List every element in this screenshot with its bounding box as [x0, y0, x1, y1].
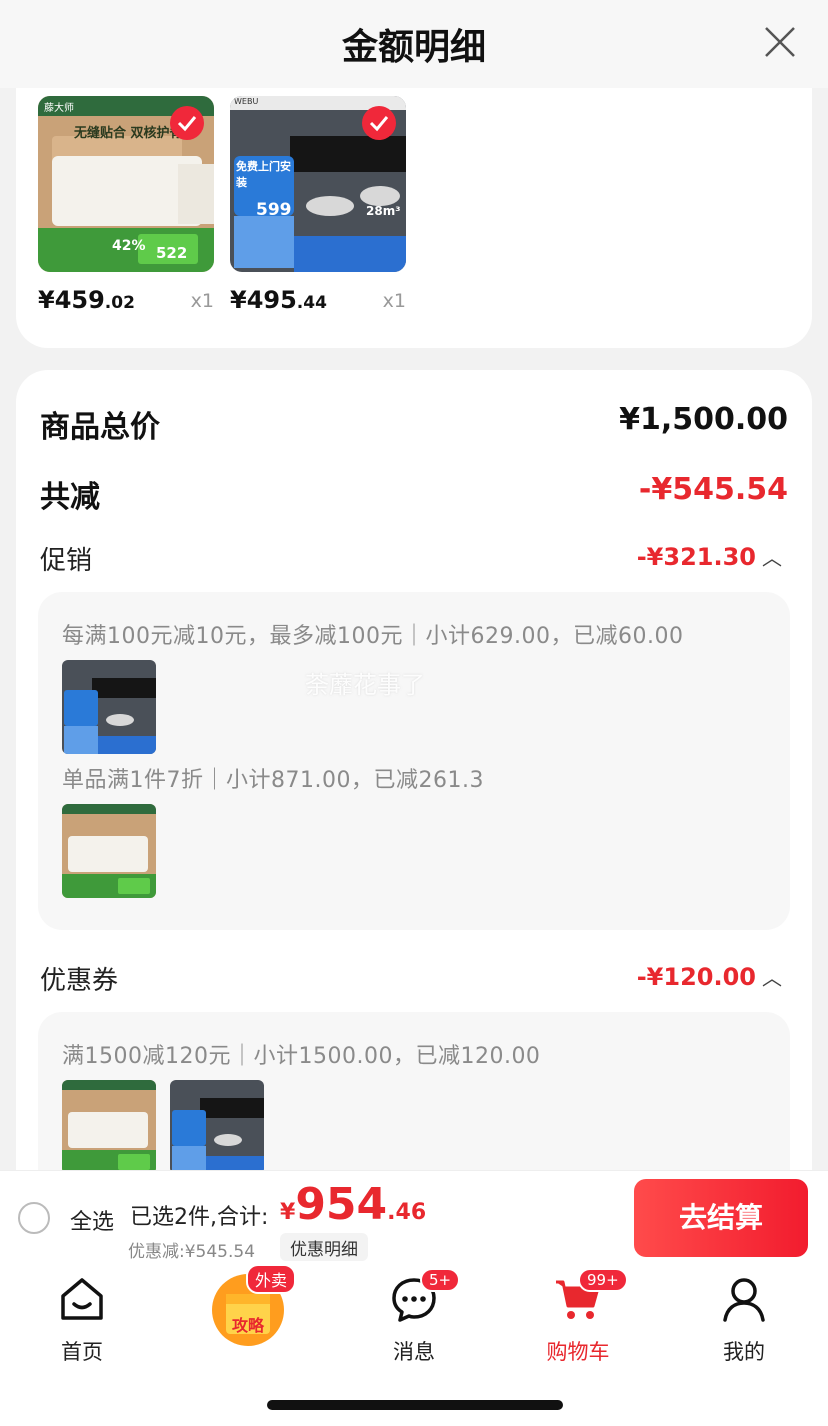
- watermark: 荼蘼花事了: [305, 671, 425, 699]
- image-price-text: 599: [256, 200, 292, 220]
- mattress-image[interactable]: 藤大师 无缝贴合 双核护脊 42% 522: [38, 96, 214, 272]
- selected-sum-value: ¥954.46: [280, 1179, 427, 1230]
- product-quantity: x1: [190, 290, 214, 312]
- tab-profile[interactable]: 我的: [684, 1274, 804, 1366]
- header: 金额明细: [0, 0, 828, 88]
- message-badge: 5+: [420, 1268, 461, 1292]
- total-reduce-value: -¥545.54: [638, 472, 788, 507]
- mattress-thumbnail[interactable]: [62, 804, 156, 898]
- tab-messages[interactable]: 消息 5+: [354, 1268, 474, 1366]
- checkout-bar: 全选 已选2件,合计: ¥954.46 优惠减:¥545.54 优惠明细 去结算: [0, 1170, 828, 1262]
- price-detail-card: 商品总价 ¥1,500.00 共减 -¥545.54 促销 -¥321.30 ︿ …: [16, 370, 812, 1170]
- image-headline-text: 无缝贴合 双核护脊: [74, 126, 183, 141]
- close-icon[interactable]: [762, 24, 798, 60]
- home-icon: [61, 1278, 103, 1320]
- image-pct-text: 42%: [112, 238, 146, 254]
- promo-toggle[interactable]: -¥321.30 ︿: [637, 542, 782, 571]
- total-reduce-label: 共减: [40, 480, 100, 515]
- selected-check-icon[interactable]: [170, 106, 204, 140]
- mattress-thumbnail[interactable]: [62, 1080, 156, 1170]
- promo-label: 促销: [40, 546, 93, 576]
- promo-rule-text: 每满100元减10元，最多减100元｜小计629.00，已减60.00: [62, 624, 684, 649]
- selected-sum-label: 已选2件,合计:: [130, 1205, 269, 1230]
- coupon-label: 优惠券: [40, 966, 119, 996]
- discount-detail-button[interactable]: 优惠明细: [280, 1233, 368, 1261]
- tab-label: 购物车: [546, 1340, 610, 1364]
- takeout-badge: 外卖: [246, 1264, 297, 1294]
- tab-label: 消息: [393, 1340, 435, 1364]
- selected-check-icon[interactable]: [362, 106, 396, 140]
- select-all-label[interactable]: 全选: [70, 1204, 114, 1236]
- coupon-detail-box: 满1500减120元｜小计1500.00，已减120.00: [38, 1012, 790, 1170]
- tab-label: 我的: [723, 1340, 765, 1364]
- promo-value: -¥321.30: [636, 543, 756, 571]
- content-area: 金额明细 藤大师 无缝贴合 双核护脊 42% 522 ¥459.02 x1 WE…: [0, 0, 828, 1170]
- tab-label: 首页: [61, 1340, 103, 1364]
- page-title: 金额明细: [341, 27, 486, 68]
- checkout-button[interactable]: 去结算: [634, 1179, 808, 1257]
- tab-cart[interactable]: 购物车 99+: [518, 1268, 638, 1366]
- product-quantity: x1: [382, 290, 406, 312]
- range-hood-thumbnail[interactable]: [170, 1080, 264, 1170]
- profile-icon: [723, 1278, 765, 1322]
- discount-amount: 优惠减:¥545.54: [128, 1242, 256, 1262]
- image-brand-text: WEBU: [234, 97, 259, 106]
- total-price-label: 商品总价: [40, 410, 160, 445]
- tab-home[interactable]: 首页: [22, 1274, 142, 1366]
- selected-products-card: 藤大师 无缝贴合 双核护脊 42% 522 ¥459.02 x1 WEBU 免费…: [16, 88, 812, 348]
- product-item[interactable]: WEBU 免费上门安装 599 28m³ ¥495.44 x1: [230, 96, 406, 314]
- product-item[interactable]: 藤大师 无缝贴合 双核护脊 42% 522 ¥459.02 x1: [38, 96, 214, 314]
- coupon-rule-text: 满1500减120元｜小计1500.00，已减120.00: [62, 1044, 541, 1069]
- home-indicator[interactable]: [267, 1400, 563, 1410]
- tab-label: 攻略: [231, 1316, 264, 1335]
- coupon-toggle[interactable]: -¥120.00 ︿: [637, 962, 782, 991]
- chevron-up-icon[interactable]: ︿: [762, 966, 782, 990]
- promo-detail-box: 每满100元减10元，最多减100元｜小计629.00，已减60.00 单品满1…: [38, 592, 790, 930]
- select-all-radio[interactable]: [18, 1202, 50, 1234]
- chevron-up-icon[interactable]: ︿: [762, 546, 782, 570]
- image-brand-text: 藤大师: [44, 103, 74, 114]
- image-power-text: 28m³: [366, 204, 401, 218]
- coupon-value: -¥120.00: [636, 963, 756, 991]
- range-hood-image[interactable]: WEBU 免费上门安装 599 28m³: [230, 96, 406, 272]
- tab-guide[interactable]: 攻略 外卖: [188, 1264, 308, 1350]
- total-price-value: ¥1,500.00: [619, 402, 788, 437]
- product-price: ¥495.44: [230, 286, 327, 314]
- promo-rule-text: 单品满1件7折｜小计871.00，已减261.3: [62, 768, 484, 793]
- product-price: ¥459.02: [38, 286, 135, 314]
- image-price-text: 522: [156, 244, 188, 262]
- cart-badge: 99+: [578, 1268, 628, 1292]
- image-tag-text: 免费上门安装: [236, 160, 291, 189]
- range-hood-thumbnail[interactable]: [62, 660, 156, 754]
